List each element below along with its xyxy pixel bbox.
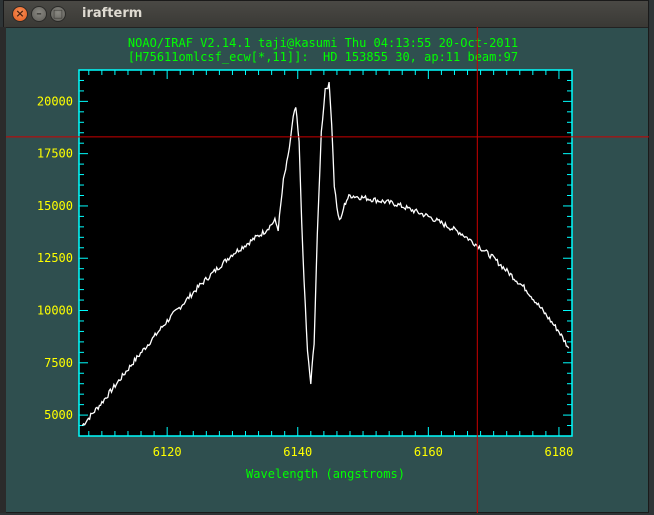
x-tick-label: 6120 — [153, 445, 182, 459]
x-tick-label: 6140 — [283, 445, 312, 459]
spectrum-plot[interactable]: 6120 6140 6160 6180 5000 7500 10000 12500 15000 1… — [0, 0, 654, 515]
y-tick-label: 15000 — [37, 199, 73, 213]
x-axis-label: Wavelength (angstroms) — [246, 467, 405, 481]
y-tick-label: 12500 — [37, 251, 73, 265]
y-tick-label: 10000 — [37, 304, 73, 318]
y-tick-label: 5000 — [44, 408, 73, 422]
y-tick-label: 7500 — [44, 356, 73, 370]
y-tick-label: 20000 — [37, 94, 73, 108]
x-tick-label: 6160 — [414, 445, 443, 459]
y-tick-label: 17500 — [37, 147, 73, 161]
x-tick-label: 6180 — [544, 445, 573, 459]
plot-area — [79, 70, 572, 436]
